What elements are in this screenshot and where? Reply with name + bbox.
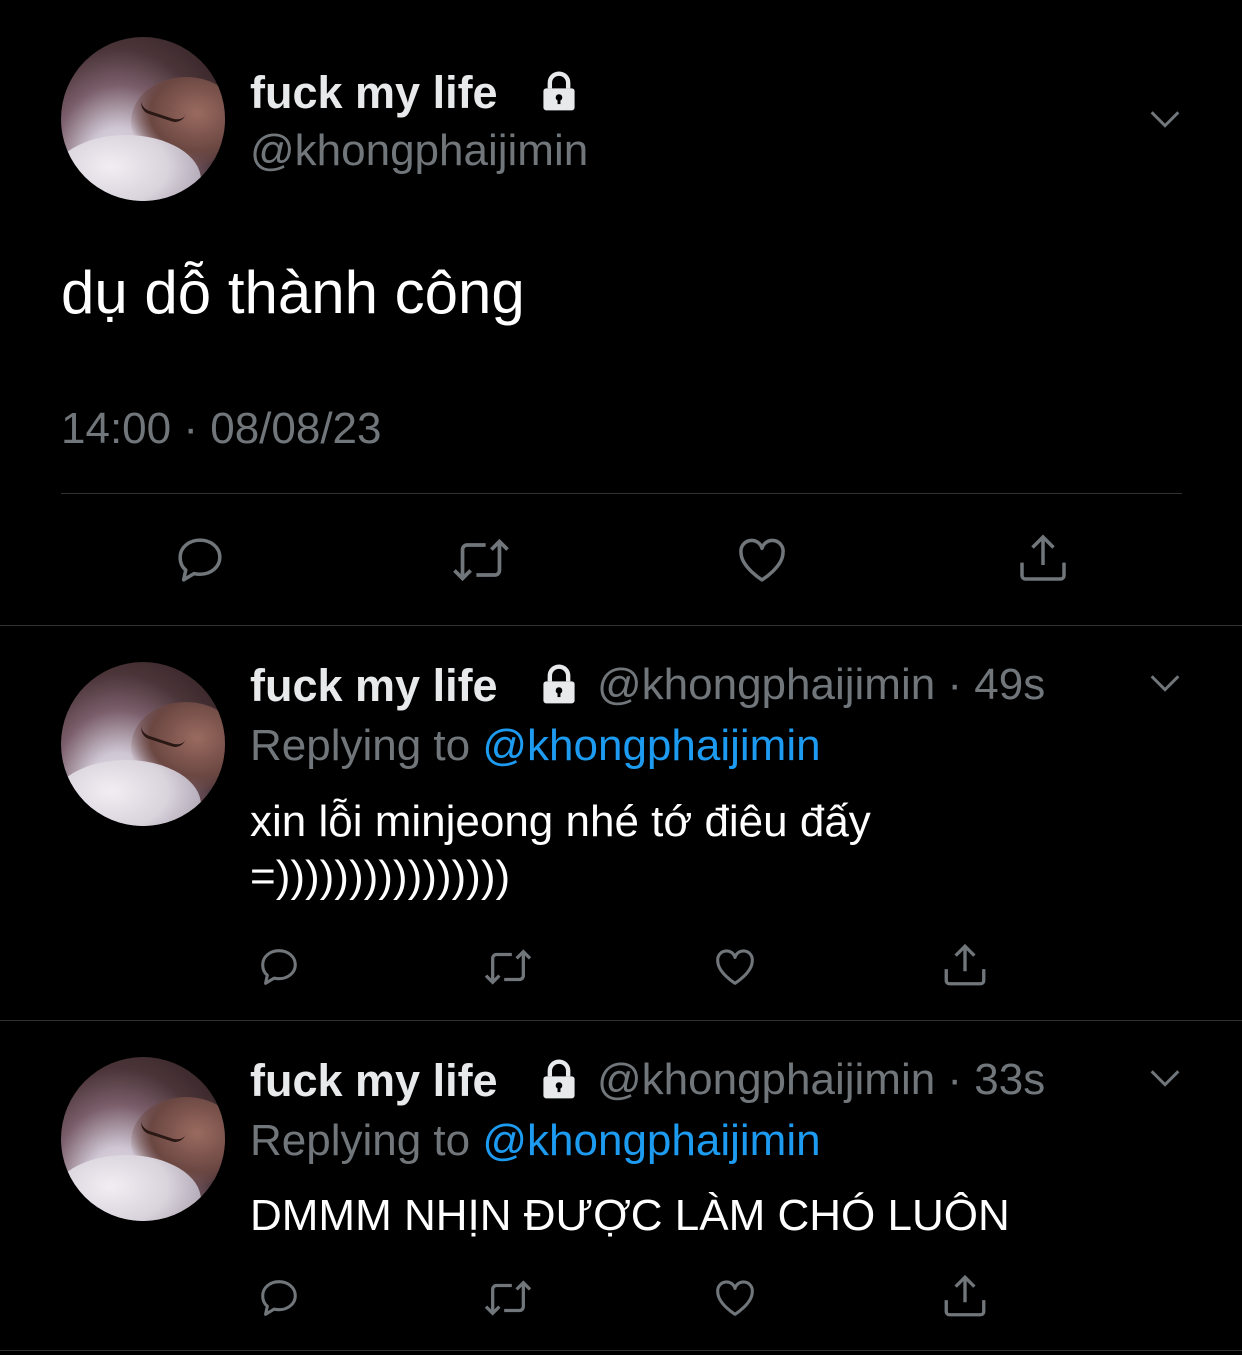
replying-to-label: Replying to: [250, 1116, 471, 1165]
avatar[interactable]: [61, 662, 225, 826]
display-name[interactable]: fuck my life: [250, 1055, 498, 1107]
replying-to-mention[interactable]: @khongphaijimin: [482, 721, 820, 770]
tweet-text: dụ dỗ thành công: [61, 259, 525, 326]
divider: [0, 1020, 1242, 1021]
reply-icon[interactable]: [256, 1275, 302, 1321]
chevron-down-icon[interactable]: [1145, 663, 1185, 703]
divider: [0, 1350, 1242, 1351]
replying-to-label: Replying to: [250, 721, 471, 770]
tweet-age: 49s: [974, 660, 1046, 709]
replying-to: Replying to @khongphaijimin: [250, 1116, 821, 1166]
reply-meta: @khongphaijimin · 49s: [597, 660, 1046, 709]
handle[interactable]: @khongphaijimin: [250, 126, 588, 176]
share-icon[interactable]: [940, 940, 990, 990]
divider: [61, 493, 1182, 494]
tweet-text: DMMM NHỊN ĐƯỢC LÀM CHÓ LUÔN: [250, 1188, 1150, 1243]
tweet-text: xin lỗi minjeong nhé tớ điêu đấy =)))))))…: [250, 794, 1150, 904]
tweet-text-line: =)))))))))))))))): [250, 852, 511, 901]
replying-to-mention[interactable]: @khongphaijimin: [482, 1116, 820, 1165]
heart-icon[interactable]: [711, 1275, 759, 1321]
share-icon[interactable]: [1013, 530, 1073, 586]
lock-icon: [543, 664, 575, 704]
handle[interactable]: @khongphaijimin: [597, 660, 935, 709]
display-name[interactable]: fuck my life: [250, 660, 498, 712]
share-icon[interactable]: [940, 1271, 990, 1321]
reply-meta: @khongphaijimin · 33s: [597, 1055, 1046, 1104]
lock-icon: [543, 1059, 575, 1099]
tweet-timestamp: 14:00 · 08/08/23: [61, 404, 382, 453]
tweet-time: 14:00: [61, 404, 172, 453]
tweet-age: 33s: [974, 1055, 1046, 1104]
handle[interactable]: @khongphaijimin: [597, 1055, 935, 1104]
reply-icon[interactable]: [256, 944, 302, 990]
chevron-down-icon[interactable]: [1145, 1058, 1185, 1098]
divider: [0, 625, 1242, 626]
chevron-down-icon[interactable]: [1145, 99, 1185, 139]
tweet-text-line: DMMM NHỊN ĐƯỢC LÀM CHÓ LUÔN: [250, 1191, 1010, 1240]
reply-icon[interactable]: [172, 532, 228, 588]
display-name[interactable]: fuck my life: [250, 67, 498, 119]
retweet-icon[interactable]: [481, 944, 535, 990]
tweet-date: 08/08/23: [210, 404, 382, 453]
tweet-text-line: xin lỗi minjeong nhé tớ điêu đấy: [250, 797, 871, 846]
avatar[interactable]: [61, 1057, 225, 1221]
replying-to: Replying to @khongphaijimin: [250, 721, 821, 771]
retweet-icon[interactable]: [481, 1275, 535, 1321]
retweet-icon[interactable]: [451, 532, 511, 588]
heart-icon[interactable]: [733, 532, 791, 588]
lock-icon: [543, 71, 575, 111]
heart-icon[interactable]: [711, 944, 759, 990]
avatar[interactable]: [61, 37, 225, 201]
